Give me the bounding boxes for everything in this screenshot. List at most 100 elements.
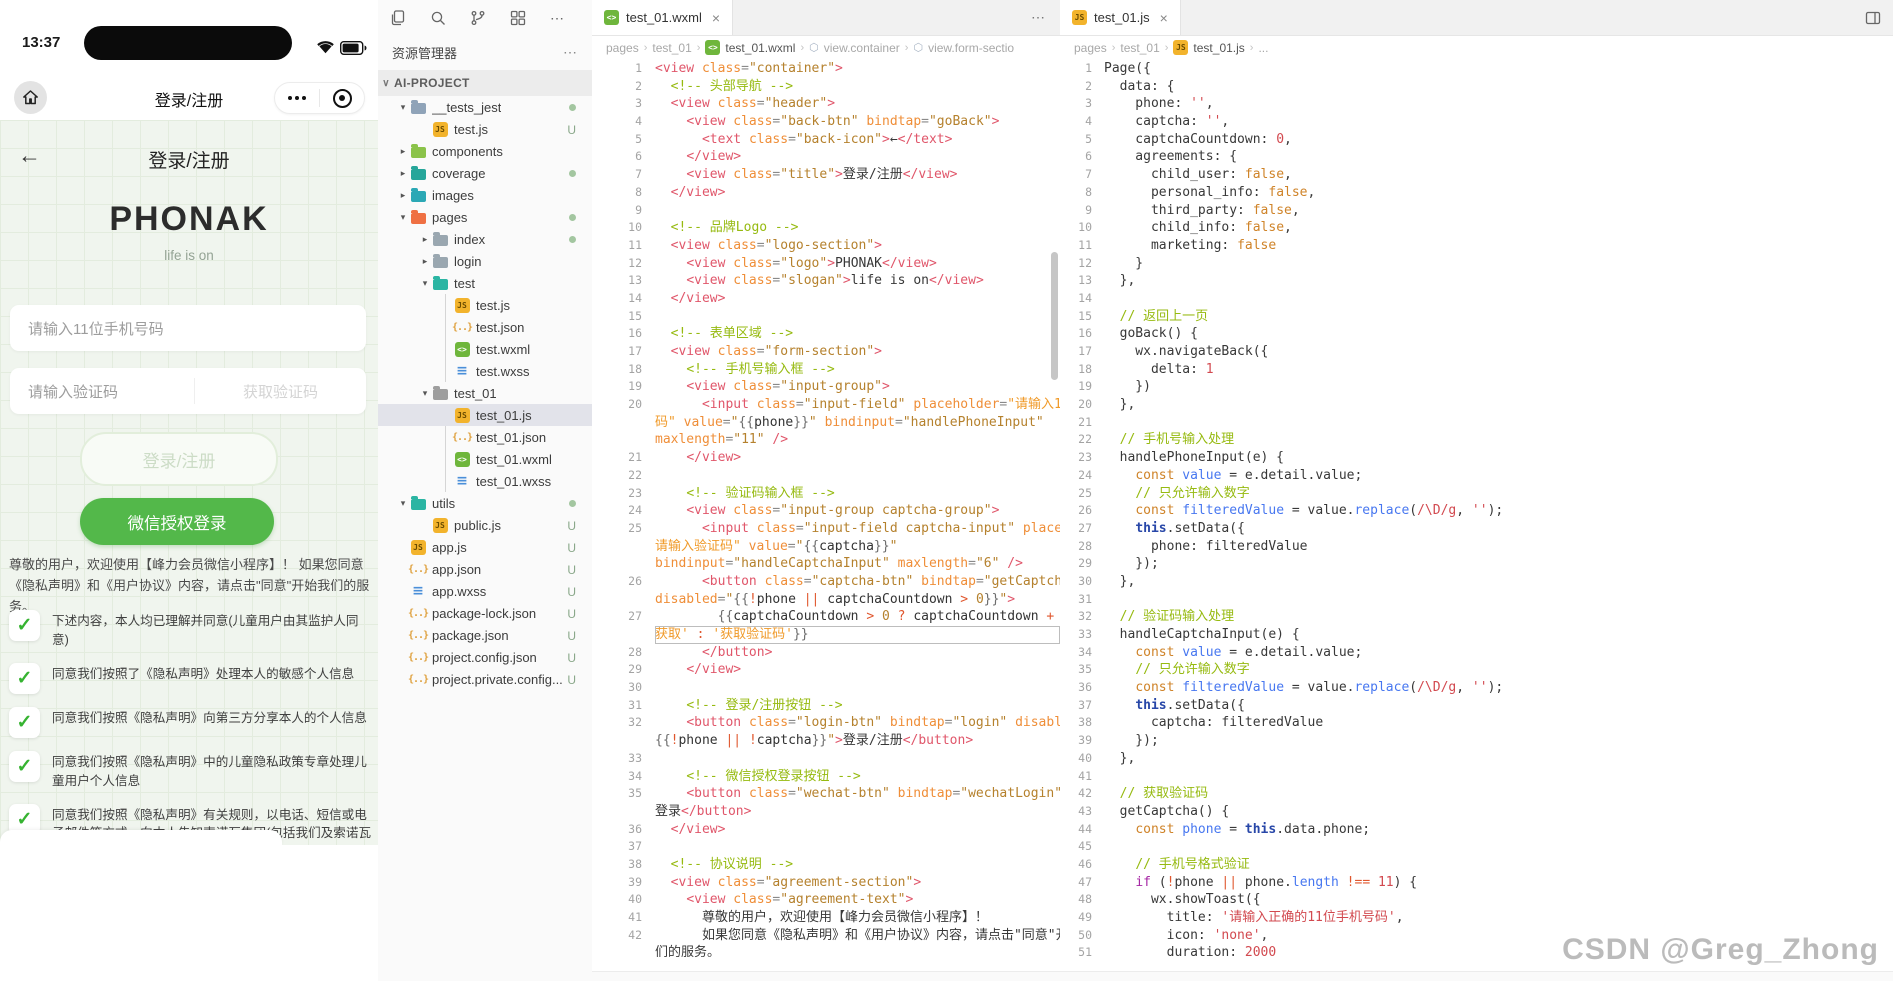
code-line[interactable]: 46 // 手机号格式验证 [1060,856,1893,874]
tree-item-project.private.config...[interactable]: {..}project.private.config...U [378,668,592,690]
get-captcha-button[interactable]: 获取验证码 [195,381,366,402]
code-line[interactable]: maxlength="11" /> [592,431,1060,449]
code-line[interactable]: 15 // 返回上一页 [1060,308,1893,326]
code-line[interactable]: 33 [592,750,1060,768]
tree-item-test_01.wxml[interactable]: <>test_01.wxml [378,448,592,470]
code-line[interactable]: 24 const value = e.detail.value; [1060,467,1893,485]
code-line[interactable]: 34 <!-- 微信授权登录按钮 --> [592,768,1060,786]
tree-item-app.wxss[interactable]: ≡app.wxssU [378,580,592,602]
code-line[interactable]: 码" value="{{phone}}" bindinput="handlePh… [592,414,1060,432]
code-line[interactable]: 17 wx.navigateBack({ [1060,343,1893,361]
tree-item-test.js[interactable]: JStest.jsU [378,118,592,140]
code-line[interactable]: 14 </view> [592,290,1060,308]
code-line[interactable]: 39 }); [1060,732,1893,750]
tree-arrow-icon[interactable]: ▾ [396,212,410,223]
code-line[interactable]: 1<view class="container"> [592,60,1060,78]
code-line[interactable]: 12 <view class="logo">PHONAK</view> [592,255,1060,273]
code-line[interactable]: 请输入验证码" value="{{captcha}}" [592,538,1060,556]
code-line[interactable]: 41 尊敬的用户，欢迎使用【峰力会员微信小程序】！ [592,909,1060,927]
code-line[interactable]: 23 <!-- 验证码输入框 --> [592,485,1060,503]
tree-item-index[interactable]: ▸index [378,228,592,250]
exit-target-icon[interactable] [320,89,364,108]
code-line[interactable]: 35 // 只允许输入数字 [1060,661,1893,679]
code-line[interactable]: 13 }, [1060,272,1893,290]
wxml-code-area[interactable]: 1<view class="container">2 <!-- 头部导航 -->… [592,60,1060,972]
code-line[interactable]: 1Page({ [1060,60,1893,78]
code-line[interactable]: 17 <view class="form-section"> [592,343,1060,361]
tree-item-test_01.json[interactable]: {..}test_01.json [378,426,592,448]
code-line[interactable]: 27 this.setData({ [1060,520,1893,538]
tree-item-test.js[interactable]: JStest.js [378,294,592,316]
close-icon[interactable]: × [712,10,720,26]
code-line[interactable]: 7 <view class="title">登录/注册</view> [592,166,1060,184]
code-line[interactable]: 32 <button class="login-btn" bindtap="lo… [592,714,1060,732]
tree-item-images[interactable]: ▸images [378,184,592,206]
tree-item-public.js[interactable]: JSpublic.jsU [378,514,592,536]
checkbox-checked[interactable]: ✓ [9,707,40,738]
code-line[interactable]: 29 }); [1060,555,1893,573]
tree-item-pages[interactable]: ▾pages [378,206,592,228]
code-line[interactable]: 25 <input class="input-field captcha-inp… [592,520,1060,538]
code-line[interactable]: 11 <view class="logo-section"> [592,237,1060,255]
checkbox-checked[interactable]: ✓ [9,751,40,782]
wechat-login-button[interactable]: 微信授权登录 [80,498,274,545]
code-line[interactable]: bindinput="handleCaptchaInput" maxlength… [592,555,1060,573]
code-line[interactable]: 47 if (!phone || phone.length !== 11) { [1060,874,1893,892]
tree-arrow-icon[interactable]: ▾ [418,388,432,399]
tree-item-login[interactable]: ▸login [378,250,592,272]
tree-arrow-icon[interactable]: ▾ [418,278,432,289]
tree-arrow-icon[interactable]: ▸ [418,234,432,245]
code-line[interactable]: 40 <view class="agreement-text"> [592,891,1060,909]
login-button-disabled[interactable]: 登录/注册 [80,432,278,486]
code-line[interactable]: 30 [592,679,1060,697]
search-icon[interactable] [430,10,446,26]
code-line[interactable]: 9 third_party: false, [1060,202,1893,220]
code-line[interactable]: 3 phone: '', [1060,95,1893,113]
tree-item-test_01[interactable]: ▾test_01 [378,382,592,404]
code-line[interactable]: 13 <view class="slogan">life is on</view… [592,272,1060,290]
tree-arrow-icon[interactable]: ▸ [418,256,432,267]
breadcrumb-item[interactable]: test_01.js [1193,41,1244,55]
explorer-more-icon[interactable]: ⋯ [563,44,578,61]
code-line[interactable]: 26 <button class="captcha-btn" bindtap="… [592,573,1060,591]
code-line[interactable]: 5 captchaCountdown: 0, [1060,131,1893,149]
code-line[interactable]: 5 <text class="back-icon">←</text> [592,131,1060,149]
close-icon[interactable]: × [1160,10,1168,26]
layout-grid-icon[interactable] [510,10,526,26]
code-line[interactable]: 38 <!-- 协议说明 --> [592,856,1060,874]
horizontal-scrollbar[interactable] [592,971,1060,981]
code-line[interactable]: 20 }, [1060,396,1893,414]
tree-arrow-icon[interactable]: ▸ [396,146,410,157]
code-line[interactable]: 42 如果您同意《隐私声明》和《用户协议》内容，请点击"同意"开始我 [592,927,1060,945]
code-line[interactable]: 41 [1060,768,1893,786]
code-line[interactable]: 40 }, [1060,750,1893,768]
code-line[interactable]: 6 agreements: { [1060,148,1893,166]
code-line[interactable]: 7 child_user: false, [1060,166,1893,184]
breadcrumb-item[interactable]: pages [1074,41,1107,55]
more-dots-icon[interactable] [275,96,319,100]
copy-files-icon[interactable] [390,10,406,26]
code-line[interactable]: 16 goBack() { [1060,325,1893,343]
code-line[interactable]: 31 [1060,591,1893,609]
code-line[interactable]: 获取' : '获取验证码'}} [592,626,1060,644]
checkbox-checked[interactable]: ✓ [9,610,40,641]
code-line[interactable]: 10 child_info: false, [1060,219,1893,237]
code-line[interactable]: 34 const value = e.detail.value; [1060,644,1893,662]
tree-item-__tests_jest[interactable]: ▾__tests_jest [378,96,592,118]
code-line[interactable]: 29 </view> [592,661,1060,679]
code-line[interactable]: 43 getCaptcha() { [1060,803,1893,821]
tree-item-utils[interactable]: ▾utils [378,492,592,514]
code-line[interactable]: 37 this.setData({ [1060,697,1893,715]
code-line[interactable]: 22 [592,467,1060,485]
breadcrumb-item[interactable]: test_01 [652,41,691,55]
code-line[interactable]: 30 }, [1060,573,1893,591]
code-line[interactable]: 39 <view class="agreement-section"> [592,874,1060,892]
code-line[interactable]: 19 <view class="input-group"> [592,378,1060,396]
code-line[interactable]: 8 personal_info: false, [1060,184,1893,202]
code-line[interactable]: 6 </view> [592,148,1060,166]
code-line[interactable]: 21 [1060,414,1893,432]
code-line[interactable]: 42 // 获取验证码 [1060,785,1893,803]
code-line[interactable]: 14 [1060,290,1893,308]
tree-item-package.json[interactable]: {..}package.jsonU [378,624,592,646]
code-line[interactable]: 21 </view> [592,449,1060,467]
